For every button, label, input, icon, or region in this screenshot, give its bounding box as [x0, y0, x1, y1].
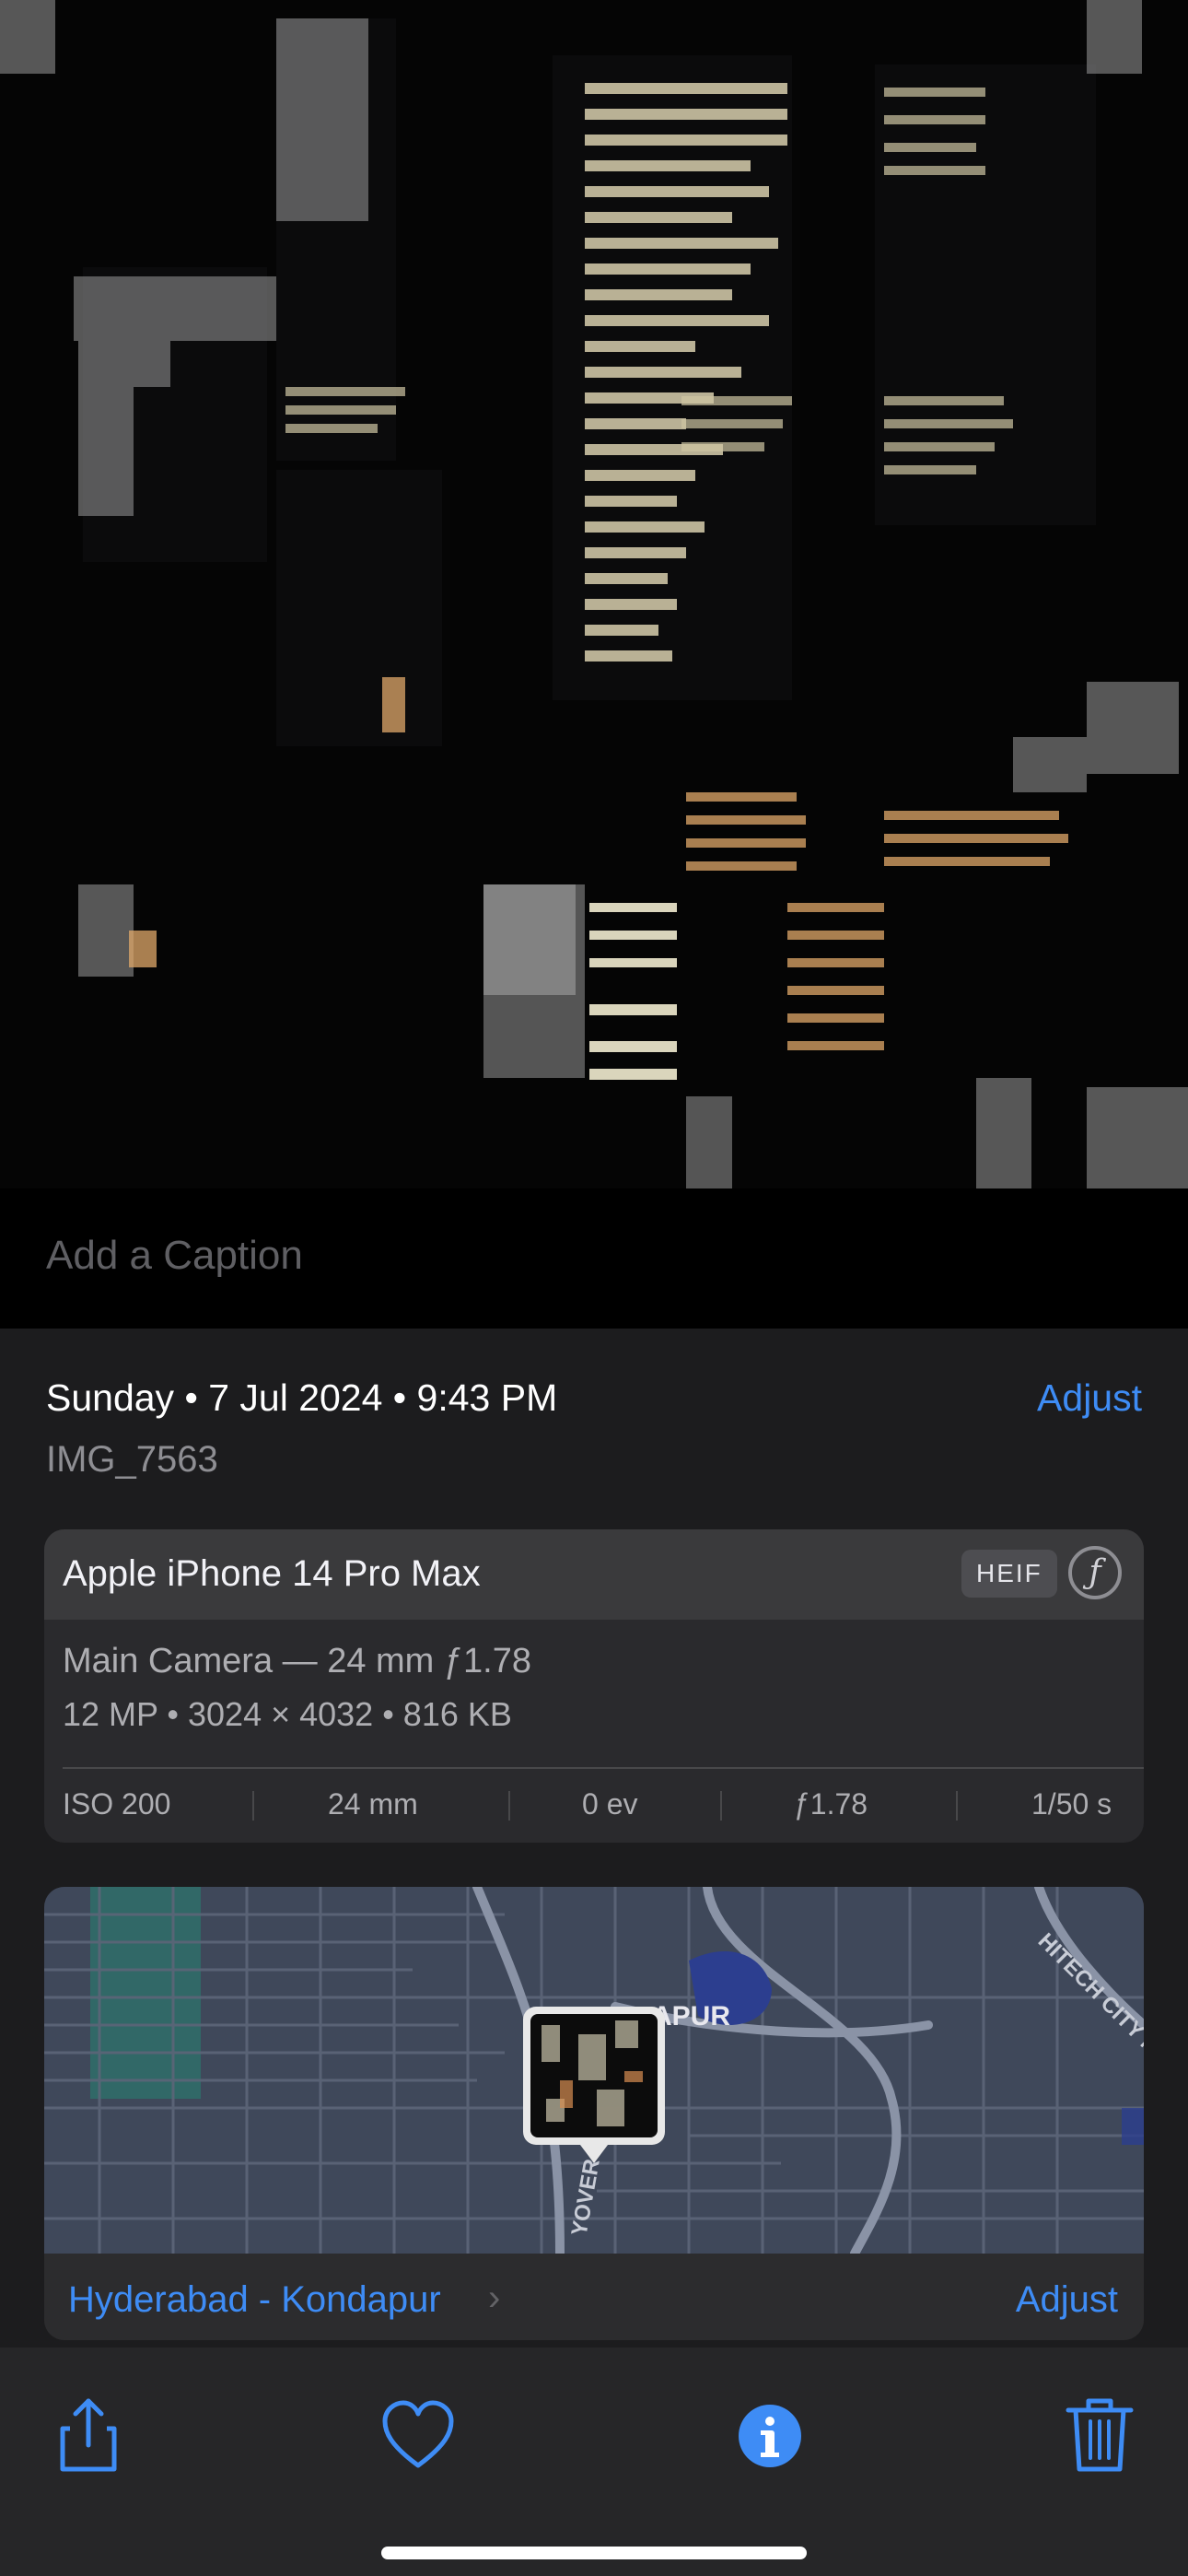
photo-location-pin[interactable] — [523, 2007, 665, 2163]
exif-row: ISO 200 24 mm 0 ev ƒ1.78 1/50 s — [44, 1778, 1144, 1833]
divider — [956, 1791, 958, 1821]
divider — [63, 1767, 1144, 1769]
map-view[interactable]: APUR HITECH CITY M YOVER — [44, 1887, 1144, 2254]
location-map-card[interactable]: APUR HITECH CITY M YOVER Hyderabad - Kon… — [44, 1887, 1144, 2340]
info-button[interactable] — [724, 2388, 816, 2480]
image-specs: 12 MP • 3024 × 4032 • 816 KB — [63, 1695, 512, 1733]
exif-exposure-bias: 0 ev — [582, 1787, 638, 1821]
date-time: Sunday • 7 Jul 2024 • 9:43 PM — [46, 1376, 558, 1419]
exif-aperture: ƒ1.78 — [794, 1787, 868, 1821]
location-link[interactable]: Hyderabad - Kondapur — [68, 2279, 441, 2321]
aperture-icon[interactable]: ƒ — [1068, 1546, 1122, 1599]
exif-focal-length: 24 mm — [328, 1787, 418, 1821]
lens-info: Main Camera — 24 mm ƒ1.78 — [63, 1642, 531, 1680]
night-city-photo — [0, 0, 1188, 1188]
favorite-button[interactable] — [372, 2388, 464, 2480]
exif-iso: ISO 200 — [63, 1787, 171, 1821]
camera-card-header: Apple iPhone 14 Pro Max HEIF ƒ — [44, 1529, 1144, 1620]
exif-shutter-speed: 1/50 s — [1031, 1787, 1112, 1821]
file-name: IMG_7563 — [46, 1439, 218, 1480]
format-badge: HEIF — [961, 1550, 1057, 1598]
info-panel: Sunday • 7 Jul 2024 • 9:43 PM Adjust IMG… — [0, 1329, 1188, 2348]
caption-area[interactable]: Add a Caption — [0, 1188, 1188, 1329]
trash-icon — [1066, 2398, 1134, 2472]
heart-icon — [382, 2400, 454, 2468]
share-button[interactable] — [42, 2388, 134, 2480]
adjust-location-button[interactable]: Adjust — [1016, 2279, 1118, 2321]
chevron-right-icon: › — [488, 2277, 501, 2318]
bottom-toolbar — [0, 2348, 1188, 2576]
share-icon — [60, 2398, 117, 2472]
delete-button[interactable] — [1054, 2388, 1146, 2480]
device-name: Apple iPhone 14 Pro Max — [63, 1553, 481, 1594]
camera-info-card: Apple iPhone 14 Pro Max HEIF ƒ Main Came… — [44, 1529, 1144, 1843]
adjust-date-button[interactable]: Adjust — [1037, 1376, 1142, 1420]
divider — [720, 1791, 722, 1821]
photo-preview[interactable] — [0, 0, 1188, 1188]
map-footer: Hyderabad - Kondapur › Adjust — [44, 2254, 1144, 2340]
caption-input[interactable]: Add a Caption — [46, 1233, 303, 1279]
home-indicator[interactable] — [381, 2547, 807, 2559]
info-icon — [739, 2405, 801, 2467]
divider — [508, 1791, 510, 1821]
divider — [252, 1791, 254, 1821]
